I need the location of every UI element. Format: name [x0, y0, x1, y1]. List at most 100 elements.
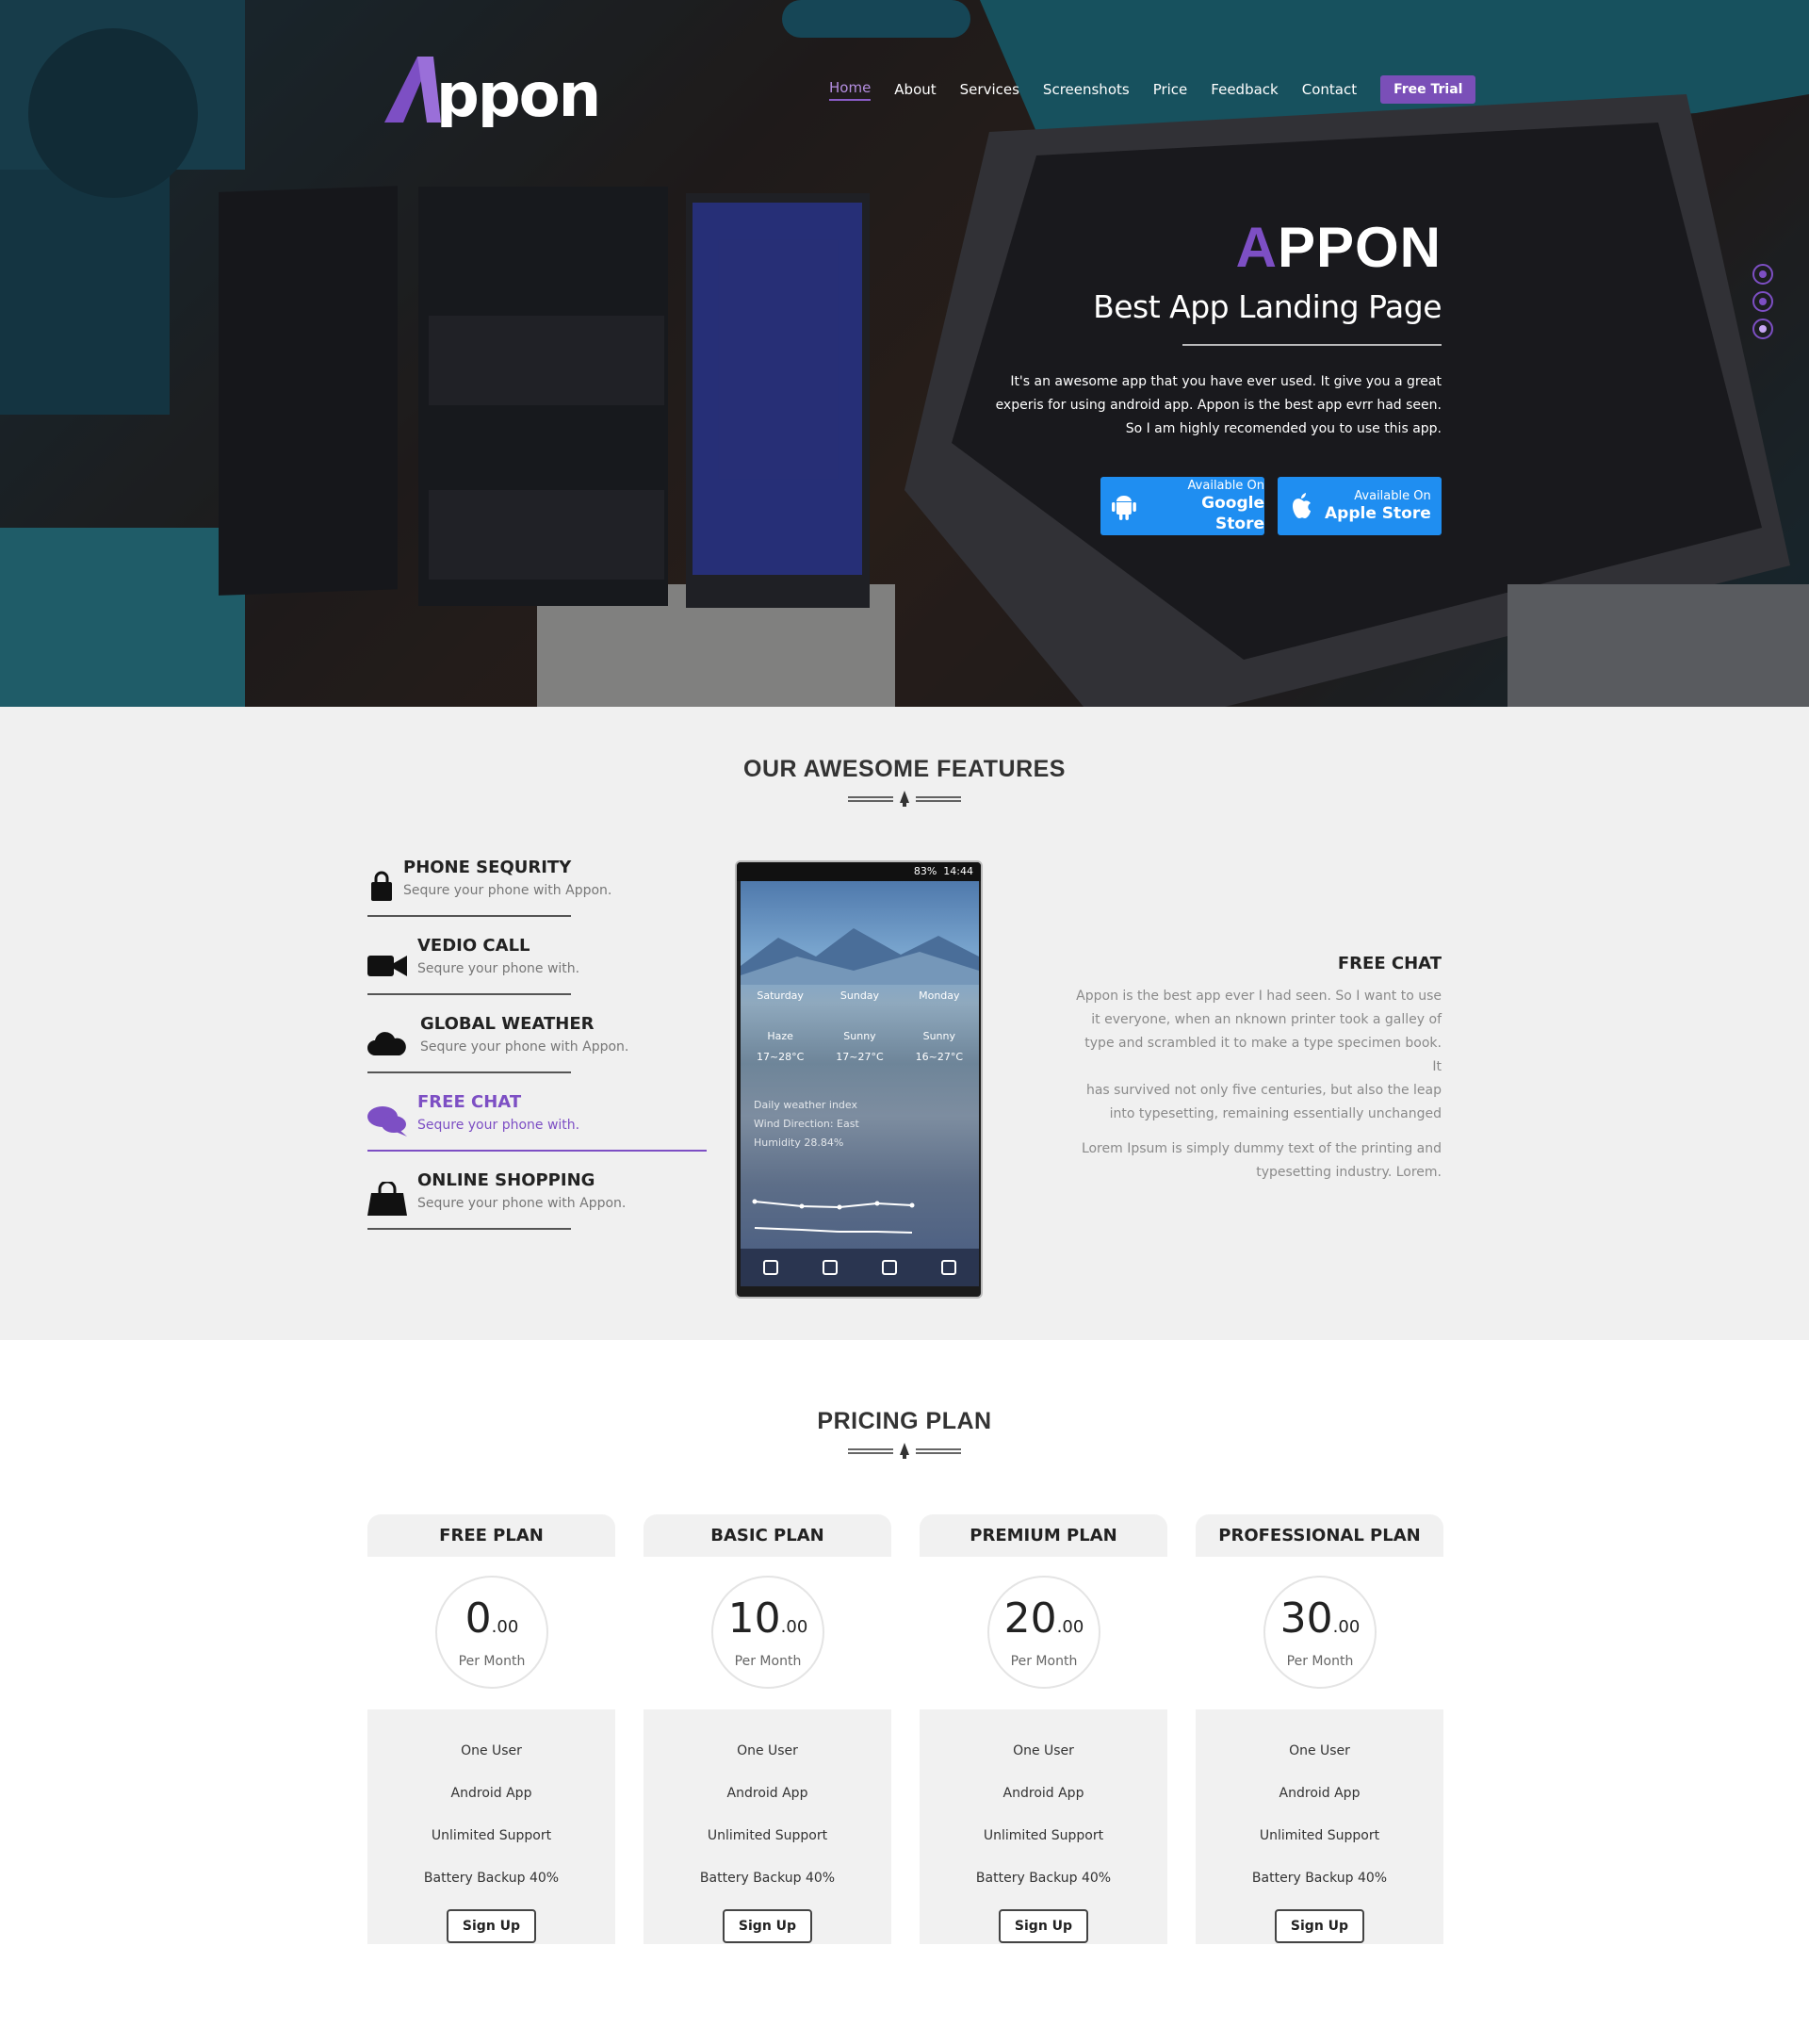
weather-graph [752, 1199, 915, 1234]
plan-feature: Android App [726, 1786, 808, 1801]
features-title: OUR AWESOME FEATURES [743, 756, 1066, 782]
free-trial-button[interactable]: Free Trial [1380, 75, 1476, 104]
weather-day: Saturday [757, 989, 804, 1002]
plan-feature: One User [737, 1743, 798, 1758]
phone-status-bar: 83% 14:44 [737, 862, 981, 881]
slider-dot-2[interactable] [1752, 291, 1773, 312]
weather-index-title: Daily weather index [754, 1099, 857, 1111]
paragraph-line: type and scrambled it to make a type spe… [1084, 1036, 1442, 1074]
lock-icon [371, 871, 392, 901]
slider-dot-3[interactable] [1752, 319, 1773, 339]
plan-feature: One User [1013, 1743, 1074, 1758]
mountains-image [741, 928, 979, 985]
feature-item[interactable]: ONLINE SHOPPING Sequre your phone with A… [367, 1170, 716, 1249]
nav-services[interactable]: Services [960, 81, 1019, 98]
brand-logo[interactable]: ppon [384, 52, 611, 127]
signup-button[interactable]: Sign Up [1274, 1909, 1365, 1943]
signup-button[interactable]: Sign Up [446, 1909, 537, 1943]
features-list: PHONE SEQURITY Sequre your phone with Ap… [367, 858, 716, 1249]
apple-store-label: Apple Store [1325, 503, 1431, 523]
feature-item[interactable]: VEDIO CALL Sequre your phone with. [367, 936, 716, 1014]
pricing-section: PRICING PLAN FREE PLAN 0.00 Per Month On… [0, 1340, 1809, 2044]
weather-day: Sunday [839, 989, 880, 1002]
price-period: Per Month [458, 1654, 526, 1669]
nav-about[interactable]: About [894, 81, 936, 98]
weather-humidity: Humidity 28.84% [754, 1136, 844, 1149]
plan-features: One User Android App Unlimited Support B… [644, 1709, 891, 1943]
svg-text:ppon: ppon [436, 61, 599, 127]
hero-divider [1182, 344, 1442, 346]
nav-screenshots[interactable]: Screenshots [1043, 81, 1130, 98]
weather-app-screen: Saturday Sunday Monday Haze Sunny Sunny … [741, 881, 979, 1286]
feature-desc: Sequre your phone with Appon. [420, 1039, 629, 1055]
feature-title: ONLINE SHOPPING [417, 1170, 595, 1190]
plan-feature: One User [461, 1743, 522, 1758]
paragraph-line: typesetting industry. Lorem. [1256, 1165, 1442, 1180]
plan-feature: Battery Backup 40% [699, 1871, 836, 1886]
nav-contact[interactable]: Contact [1302, 81, 1357, 98]
price-circle: 20.00 Per Month [987, 1576, 1100, 1689]
hero-title-rest: PPON [1277, 216, 1442, 279]
price-cents: .00 [780, 1617, 808, 1637]
plan-feature: Battery Backup 40% [975, 1871, 1112, 1886]
google-store-button[interactable]: Available On Google Store [1100, 477, 1264, 535]
feature-item[interactable]: PHONE SEQURITY Sequre your phone with Ap… [367, 858, 716, 936]
feature-desc: Sequre your phone with Appon. [417, 1196, 627, 1211]
plan-name: BASIC PLAN [710, 1526, 824, 1545]
hero-section: ppon Home About Services Screenshots Pri… [0, 0, 1809, 707]
feature-item[interactable]: GLOBAL WEATHER Sequre your phone with Ap… [367, 1014, 716, 1092]
signup-button[interactable]: Sign Up [722, 1909, 813, 1943]
feature-title: VEDIO CALL [417, 936, 530, 956]
price-amount: 10 [727, 1594, 781, 1643]
feature-underline [367, 1071, 571, 1073]
pricing-plans: FREE PLAN 0.00 Per Month One User Androi… [367, 1514, 1443, 1944]
plan-feature: Android App [1002, 1786, 1084, 1801]
plan-feature: Android App [450, 1786, 532, 1801]
price-amount: 0 [464, 1594, 492, 1643]
plan-feature: Unlimited Support [983, 1828, 1104, 1843]
section-divider-icon [848, 1443, 961, 1459]
feature-desc: Sequre your phone with Appon. [403, 883, 612, 898]
plan-feature: Unlimited Support [707, 1828, 828, 1843]
apple-store-button[interactable]: Available On Apple Store [1278, 477, 1442, 535]
price-cents: .00 [1332, 1617, 1361, 1637]
plan-card-premium: PREMIUM PLAN 20.00 Per Month One User An… [920, 1514, 1167, 1944]
plan-name: FREE PLAN [439, 1526, 544, 1545]
nav-price[interactable]: Price [1153, 81, 1188, 98]
price-circle: 10.00 Per Month [711, 1576, 824, 1689]
price-cents: .00 [1056, 1617, 1084, 1637]
hero-description-line: It's an awesome app that you have ever u… [1010, 374, 1442, 389]
feature-detail-paragraph: Appon is the best app ever I had seen. S… [1074, 985, 1442, 1126]
feature-underline [367, 1228, 571, 1230]
price-amount: 30 [1279, 1594, 1333, 1643]
shopping-bag-icon [367, 1182, 407, 1216]
signup-button[interactable]: Sign Up [998, 1909, 1089, 1943]
plan-feature: Battery Backup 40% [1251, 1871, 1388, 1886]
plan-feature: One User [1289, 1743, 1350, 1758]
slider-dot-1[interactable] [1752, 264, 1773, 285]
menu-icon [941, 1260, 957, 1275]
main-navigation: Home About Services Screenshots Price Fe… [829, 75, 1476, 104]
feature-title: PHONE SEQURITY [403, 858, 572, 877]
store-buttons: Available On Google Store Available On A… [952, 477, 1442, 535]
feature-underline [367, 915, 571, 917]
plan-price-area: 30.00 Per Month [1196, 1557, 1443, 1709]
feature-underline [367, 993, 571, 995]
price-period: Per Month [734, 1654, 802, 1669]
weather-temps: 17~28°C 17~27°C 16~27°C [741, 1051, 979, 1063]
features-section: OUR AWESOME FEATURES PHONE SEQURITY Sequ… [0, 707, 1809, 1340]
weather-wind: Wind Direction: East [754, 1118, 859, 1130]
hero-description-line: experis for using android app. Appon is … [995, 398, 1442, 413]
price-value: 0.00 [437, 1596, 546, 1650]
plan-card-free: FREE PLAN 0.00 Per Month One User Androi… [367, 1514, 615, 1944]
android-icon [1111, 496, 1136, 520]
plan-feature: Unlimited Support [1259, 1828, 1380, 1843]
video-camera-icon [367, 956, 407, 976]
nav-home[interactable]: Home [829, 79, 872, 101]
weather-temp: 16~27°C [915, 1051, 964, 1063]
feature-desc: Sequre your phone with. [417, 961, 580, 976]
section-divider-icon [848, 791, 961, 807]
nav-feedback[interactable]: Feedback [1211, 81, 1278, 98]
feature-item-active[interactable]: FREE CHAT Sequre your phone with. [367, 1092, 716, 1170]
plan-feature: Android App [1279, 1786, 1361, 1801]
